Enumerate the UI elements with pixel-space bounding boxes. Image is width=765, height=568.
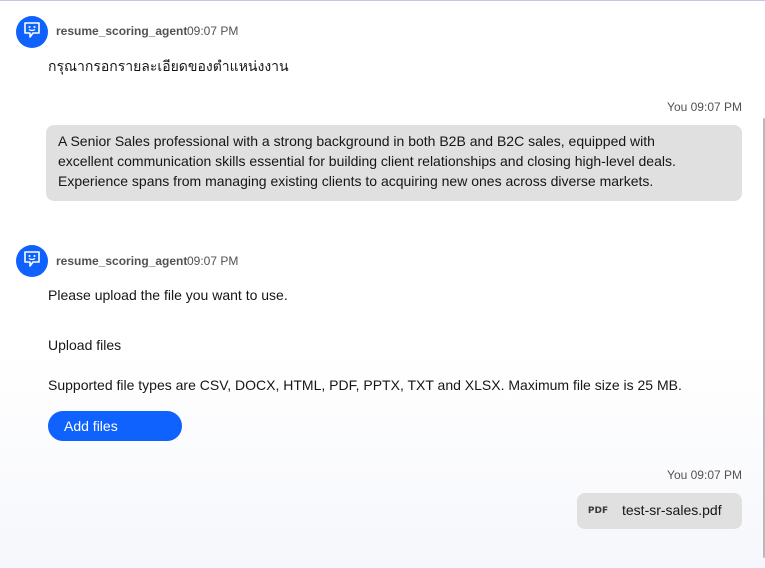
agent-avatar [16, 16, 48, 48]
chat-bot-icon [22, 249, 42, 274]
agent-name: resume_scoring_agent [56, 254, 188, 268]
message-timestamp: 09:07 PM [187, 254, 239, 268]
user-message-meta: You 09:07 PM [667, 100, 742, 114]
upload-prompt-text: Please upload the file you want to use. [48, 287, 288, 303]
user-message-bubble: A Senior Sales professional with a stron… [46, 125, 742, 201]
user-message-line: A Senior Sales professional with a stron… [58, 133, 655, 149]
agent-name: resume_scoring_agent [56, 24, 188, 38]
user-message-meta: You 09:07 PM [667, 468, 742, 482]
pdf-file-icon: PDF [587, 506, 609, 516]
attached-file-chip[interactable]: PDF test-sr-sales.pdf [577, 493, 742, 529]
user-message-line: Experience spans from managing existing … [58, 173, 654, 189]
supported-file-types-text: Supported file types are CSV, DOCX, HTML… [48, 377, 682, 393]
agent-avatar [16, 245, 48, 277]
upload-files-label: Upload files [48, 337, 122, 353]
attached-file-name: test-sr-sales.pdf [622, 502, 722, 518]
message-timestamp: 09:07 PM [187, 24, 239, 38]
add-files-button[interactable]: Add files [48, 411, 182, 441]
user-message-line: excellent communication skills essential… [58, 153, 676, 169]
chat-bot-icon [22, 20, 42, 45]
top-border [0, 0, 765, 1]
agent-message-text: กรุณากรอกรายละเอียดของตำแหน่งงาน [48, 58, 289, 74]
